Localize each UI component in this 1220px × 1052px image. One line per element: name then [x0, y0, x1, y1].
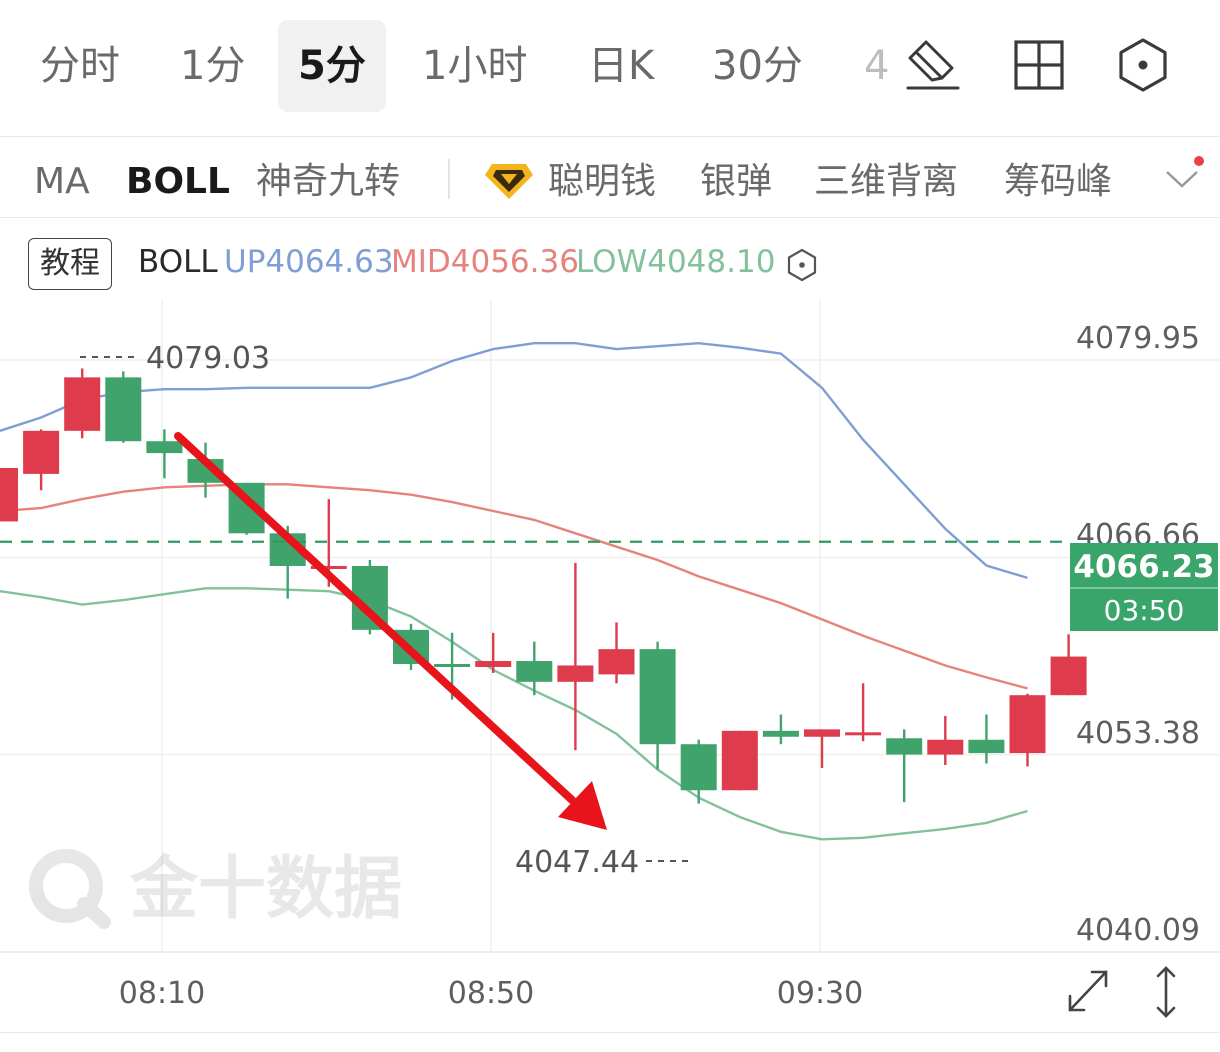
expand-icon[interactable] [1068, 970, 1108, 1012]
candle-body [886, 738, 923, 755]
current-price-label: 4066.23 [1073, 549, 1214, 585]
candle [886, 729, 923, 803]
y-tick-label: 4079.95 [1076, 321, 1200, 356]
candle [64, 368, 101, 439]
candle [762, 714, 799, 745]
boll-mid-line [0, 483, 1028, 690]
candle-body [721, 730, 758, 791]
candle-body [434, 664, 471, 668]
x-tick-label: 08:10 [119, 976, 205, 1011]
x-tick-label: 09:30 [777, 976, 863, 1011]
candle [804, 729, 840, 768]
candle-body [105, 377, 142, 442]
candle [1050, 634, 1087, 696]
boll-bands [0, 341, 1028, 841]
candle-body [475, 661, 512, 667]
candle [516, 641, 553, 696]
y-tick-label: 4053.38 [1076, 716, 1200, 751]
bottom-bar [0, 1032, 1220, 1052]
candles [0, 368, 1087, 804]
candle-body [1009, 695, 1046, 754]
candle-body [23, 430, 60, 474]
candle-body [845, 732, 882, 736]
low-marker-label: 4047.44 [515, 845, 639, 880]
boll-low-line [0, 587, 1028, 841]
vertical-scale-icon[interactable] [1156, 966, 1176, 1018]
candle [680, 739, 717, 804]
candle-body [968, 739, 1005, 754]
y-tick-label: 4040.09 [1076, 913, 1200, 948]
candle-body [146, 441, 183, 454]
candle [105, 371, 142, 443]
watermark-logo [29, 849, 111, 929]
candle [475, 632, 512, 673]
candle-body [516, 661, 553, 682]
candle [598, 622, 635, 684]
watermark-text: 金十数据 [129, 850, 402, 929]
candle [0, 467, 18, 522]
candle-body [1050, 656, 1087, 696]
candle [1009, 693, 1046, 767]
candle-body [64, 377, 101, 431]
candle-body [762, 730, 799, 737]
candle [968, 714, 1005, 764]
countdown-label: 03:50 [1104, 594, 1185, 627]
trend-arrow [174, 432, 607, 830]
x-tick-label: 08:50 [448, 976, 534, 1011]
candle [23, 429, 60, 491]
candle [639, 641, 676, 770]
candle-body [639, 649, 676, 745]
candle [721, 730, 758, 791]
candle [845, 683, 882, 742]
candle [557, 563, 594, 751]
candle-body [0, 467, 18, 522]
candle-body [598, 649, 635, 675]
candle-body [804, 729, 840, 737]
high-marker-label: 4079.03 [146, 341, 270, 376]
candle [927, 715, 964, 765]
candle-body [557, 665, 594, 682]
candle-body [680, 744, 717, 791]
candle-body [927, 739, 964, 755]
candlestick-chart[interactable]: 金十数据 4079.95 4066.66 4053.38 4040.09 406… [0, 0, 1220, 1051]
